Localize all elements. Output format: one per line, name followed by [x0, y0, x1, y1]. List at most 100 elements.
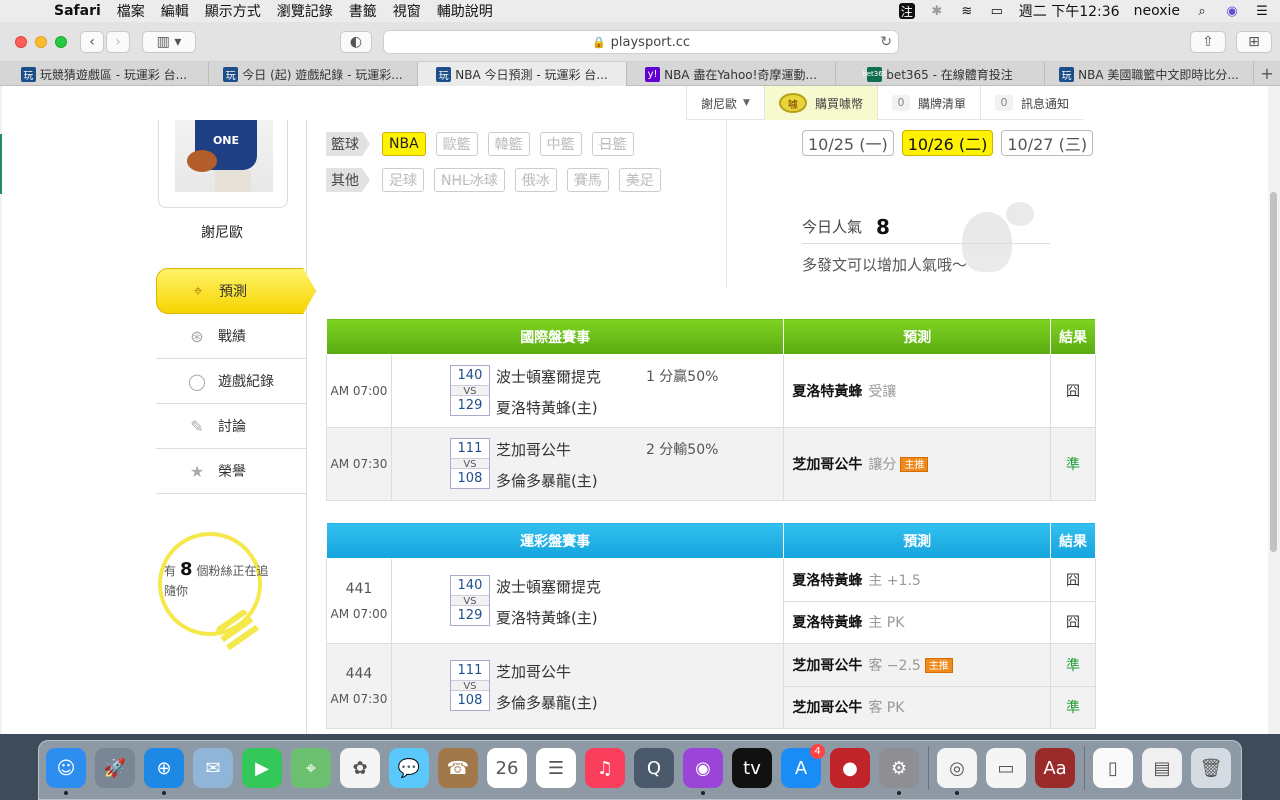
mail-icon[interactable]: ✉	[193, 748, 233, 788]
notifications-link[interactable]: 0 訊息通知	[979, 86, 1083, 120]
filter-china-basketball[interactable]: 中籃	[539, 132, 582, 156]
maps-icon[interactable]: ⌖	[291, 748, 331, 788]
forward-button[interactable]: ›	[106, 31, 130, 53]
menu-user[interactable]: neoxie	[1134, 3, 1180, 19]
calendar-glyph: 26	[495, 757, 519, 779]
zoom-window-button[interactable]	[55, 36, 67, 48]
siri-icon[interactable]: ◉	[1224, 3, 1240, 19]
safari-icon[interactable]: ⊕	[144, 748, 184, 795]
browser-tab[interactable]: 玩今日 (起) 遊戲紀錄 - 玩運彩...	[209, 62, 418, 86]
matchup[interactable]: 140 VS 129 波士頓塞爾提克 夏洛特黃蜂(主) 1 分贏50%	[390, 354, 785, 428]
privacy-report-button[interactable]: ◐	[340, 31, 372, 53]
filter-horse-racing[interactable]: 賽馬	[566, 168, 609, 192]
notification-center-icon[interactable]: ☰	[1254, 3, 1270, 19]
battery-icon[interactable]: ▭	[989, 3, 1005, 19]
browser-tab[interactable]: bet365 bet365 - 在線體育投注	[836, 62, 1045, 86]
plus-icon: +	[1260, 64, 1274, 83]
back-button[interactable]: ‹	[80, 31, 104, 53]
nav-item-discussion[interactable]: ✎ 討論	[156, 404, 306, 449]
profile-username[interactable]: 謝尼歐	[152, 222, 292, 242]
browser-tab-active[interactable]: 玩 NBA 今日預測 - 玩運彩 台...	[418, 62, 627, 86]
photo-booth-icon[interactable]: ●	[830, 748, 870, 788]
matchup[interactable]: 111 VS 108 芝加哥公牛 多倫多暴龍(主)	[390, 643, 785, 729]
messages-icon[interactable]: 💬	[389, 748, 429, 788]
wifi-icon[interactable]: ≋	[959, 3, 975, 19]
menu-view[interactable]: 顯示方式	[205, 1, 261, 21]
podcasts-icon[interactable]: ◉	[683, 748, 723, 795]
filter-korea-basketball[interactable]: 韓籃	[487, 132, 530, 156]
date-button[interactable]: 10/25 (一)	[802, 130, 894, 156]
quicktime-icon[interactable]: Q	[634, 748, 674, 788]
sidebar-toggle-button[interactable]: ▥ ▾	[142, 31, 196, 53]
textedit-glyph: ▭	[997, 757, 1015, 779]
filter-russia-hockey[interactable]: 俄冰	[514, 168, 557, 192]
browser-tab[interactable]: y! NBA 盡在Yahoo!奇摩運動...	[627, 62, 836, 86]
pred-team: 芝加哥公牛	[792, 700, 863, 717]
tab-overview-button[interactable]: ⊞	[1236, 31, 1272, 53]
matchup[interactable]: 111 VS 108 芝加哥公牛 多倫多暴龍(主) 2 分輸50%	[390, 427, 785, 501]
filter-japan-basketball[interactable]: 日籃	[591, 132, 634, 156]
filter-nba[interactable]: NBA	[382, 132, 426, 156]
filter-euro-basketball[interactable]: 歐籃	[435, 132, 478, 156]
date-button-active[interactable]: 10/26 (二)	[901, 130, 994, 156]
new-tab-button[interactable]: +	[1254, 62, 1280, 85]
menu-window[interactable]: 視窗	[393, 1, 421, 21]
browser-tab[interactable]: 玩玩競猜遊戲區 - 玩運彩 台...	[0, 62, 209, 86]
downloads-stack-icon[interactable]: ▤	[1142, 748, 1182, 788]
menu-edit[interactable]: 編輯	[161, 1, 189, 21]
buy-coins-button[interactable]: 噱 購買噱幣	[763, 86, 877, 120]
launchpad-icon[interactable]: 🚀	[95, 748, 135, 788]
textedit-icon[interactable]: ▭	[986, 748, 1026, 788]
appstore-icon[interactable]: A4	[781, 744, 825, 788]
trash-icon[interactable]: 🗑	[1191, 748, 1231, 788]
divider	[726, 120, 727, 288]
finder-icon[interactable]: ☺	[46, 748, 86, 795]
dictionary-icon[interactable]: Aa	[1035, 748, 1075, 788]
minimize-window-button[interactable]	[35, 36, 47, 48]
reload-icon[interactable]: ↻	[880, 34, 892, 50]
nav-item-game-log[interactable]: ◯ 遊戲紀錄	[156, 359, 306, 404]
contacts-icon[interactable]: ☎	[438, 748, 478, 788]
chrome-icon[interactable]: ◎	[937, 748, 977, 795]
menu-bookmarks[interactable]: 書籤	[349, 1, 377, 21]
filter-category: 籃球	[326, 132, 370, 156]
bluetooth-icon[interactable]: ✱	[929, 3, 945, 19]
menu-app-name[interactable]: Safari	[54, 3, 101, 19]
facetime-icon[interactable]: ▶	[242, 748, 282, 788]
menu-file[interactable]: 檔案	[117, 1, 145, 21]
document-icon[interactable]: ▯	[1093, 748, 1133, 788]
away-score: 111	[457, 663, 483, 678]
filter-nhl[interactable]: NHL冰球	[434, 168, 505, 192]
input-method-icon[interactable]: 注	[898, 3, 915, 19]
away-score: 140	[457, 368, 483, 383]
matchup[interactable]: 140 VS 129 波士頓塞爾提克 夏洛特黃蜂(主)	[390, 558, 785, 644]
spotlight-icon[interactable]: ⌕	[1194, 3, 1210, 19]
date-button[interactable]: 10/27 (三)	[1001, 130, 1094, 156]
menu-help[interactable]: 輔助說明	[437, 1, 493, 21]
avatar[interactable]: ONE	[158, 120, 288, 208]
yahoo-icon: y!	[645, 66, 661, 82]
tv-icon[interactable]: tv	[732, 748, 772, 788]
close-window-button[interactable]	[15, 36, 27, 48]
address-bar[interactable]: 🔒 playsport.cc ↻	[383, 30, 899, 54]
share-button[interactable]: ⇧	[1190, 31, 1226, 53]
browser-tab[interactable]: 玩 NBA 美國職籃中文即時比分...	[1045, 62, 1254, 86]
vs-label: VS	[450, 458, 489, 470]
filter-soccer[interactable]: 足球	[382, 168, 424, 192]
menu-history[interactable]: 瀏覽記錄	[277, 1, 333, 21]
chevron-right-icon: ›	[115, 34, 121, 50]
purchase-list-link[interactable]: 0 購牌清單	[876, 86, 980, 120]
photos-icon[interactable]: ✿	[340, 748, 380, 788]
reminders-icon[interactable]: ☰	[536, 748, 576, 788]
nav-item-predictions[interactable]: ⌖ 預測	[156, 268, 316, 314]
clock[interactable]: 週二 下午12:36	[1019, 1, 1120, 21]
filter-american-football[interactable]: 美足	[618, 168, 661, 192]
user-menu[interactable]: 謝尼歐 ▼	[686, 86, 764, 120]
nav-item-honors[interactable]: ★ 榮譽	[156, 449, 306, 494]
calendar-icon[interactable]: 26	[487, 748, 527, 788]
caret-down-icon: ▼	[743, 98, 750, 108]
page-scrollbar[interactable]	[1270, 192, 1277, 552]
nav-item-record[interactable]: ⊛ 戰績	[156, 314, 306, 359]
music-icon[interactable]: ♫	[585, 748, 625, 788]
system-preferences-icon[interactable]: ⚙	[879, 748, 919, 795]
